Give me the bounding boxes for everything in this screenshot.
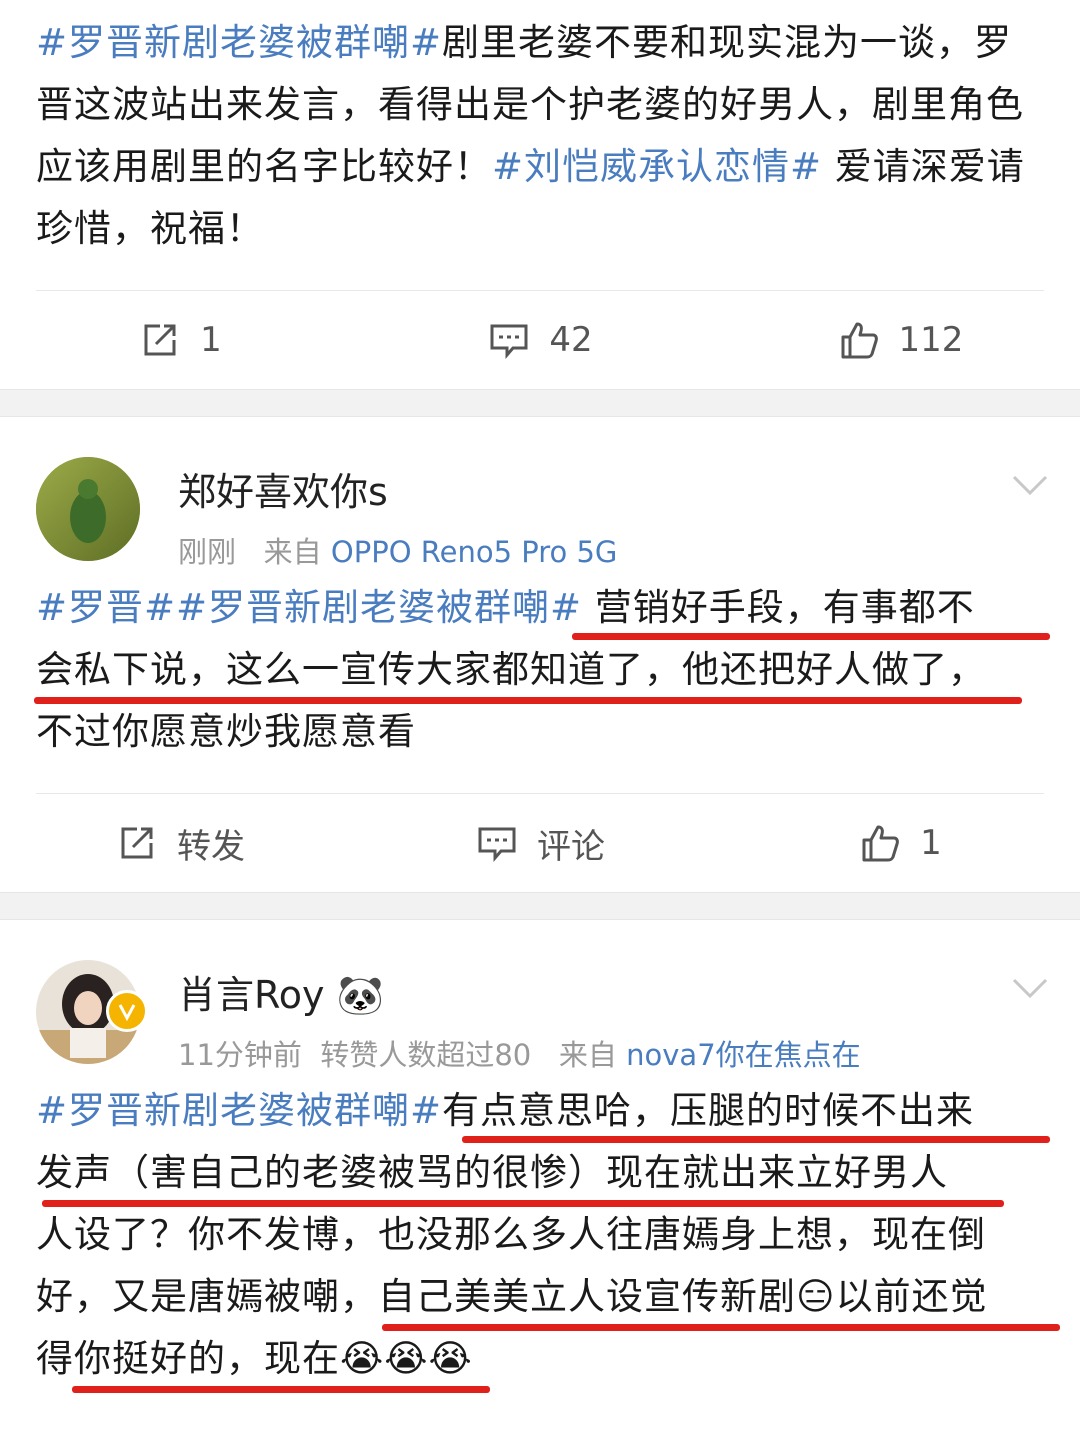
repost-count: 1 xyxy=(200,320,222,360)
post-1: #罗晋新剧老婆被群嘲#剧里老婆不要和现实混为一谈，罗晋这波站出来发言，看得出是个… xyxy=(0,0,1080,389)
repost-icon xyxy=(144,324,176,356)
username[interactable]: 郑好喜欢你s xyxy=(178,461,388,516)
highlighted-text: 发声（害自己的老婆被骂的很惨）现在就出来立好男人 xyxy=(36,1151,948,1194)
repost-button[interactable]: 转发 xyxy=(0,819,360,868)
chevron-down-icon[interactable] xyxy=(1010,974,1050,1002)
post-3: 肖言Roy 🐼 11分钟前 转赞人数超过80 来自 nova7你在焦点在 #罗晋… xyxy=(0,920,1080,1393)
comment-button[interactable]: 评论 xyxy=(360,819,720,868)
avatar[interactable] xyxy=(36,457,140,561)
highlighted-text: 营销好手段，有事都不 xyxy=(582,586,975,629)
source-device[interactable]: nova7你在焦点在 xyxy=(626,1038,861,1072)
post-text-segment: 不过你愿意炒我愿意看 xyxy=(36,710,416,753)
source-device[interactable]: OPPO Reno5 Pro 5G xyxy=(331,535,617,569)
post-2-text: #罗晋##罗晋新剧老婆被群嘲# 营销好手段，有事都不会私下说，这么一宣传大家都知… xyxy=(0,547,1080,763)
from-label: 来自 xyxy=(263,535,322,569)
like-count: 112 xyxy=(898,320,964,360)
post-gap xyxy=(0,892,1080,920)
red-underline xyxy=(462,1136,1050,1143)
like-count: 1 xyxy=(920,823,942,863)
red-underline xyxy=(34,697,1022,704)
post-header: 郑好喜欢你s 刚刚 来自 OPPO Reno5 Pro 5G xyxy=(0,417,1080,569)
comment-button[interactable]: 42 xyxy=(360,318,720,362)
post-header: 肖言Roy 🐼 11分钟前 转赞人数超过80 来自 nova7你在焦点在 xyxy=(0,920,1080,1072)
comment-count: 42 xyxy=(549,320,593,360)
hashtag-link[interactable]: #刘恺威承认恋情# xyxy=(492,145,822,188)
post-1-text: #罗晋新剧老婆被群嘲#剧里老婆不要和现实混为一谈，罗晋这波站出来发言，看得出是个… xyxy=(0,0,1080,260)
username[interactable]: 肖言Roy 🐼 xyxy=(178,964,384,1019)
comment-label: 评论 xyxy=(537,826,605,867)
post-text-segment: 得 xyxy=(36,1337,74,1380)
comment-icon xyxy=(490,324,528,360)
red-underline xyxy=(572,633,1050,640)
highlighted-text: 以前还觉 xyxy=(835,1275,988,1318)
post-actions: 转发 评论 1 xyxy=(0,794,1080,892)
hashtag-link[interactable]: #罗晋新剧老婆被群嘲# xyxy=(36,21,442,64)
chevron-down-icon[interactable] xyxy=(1010,471,1050,499)
verified-badge-icon xyxy=(106,990,148,1032)
expressionless-emoji: 😑 xyxy=(796,1275,836,1318)
post-meta: 刚刚 来自 OPPO Reno5 Pro 5G xyxy=(178,529,617,571)
post-time: 11分钟前 xyxy=(178,1038,302,1072)
post-actions: 1 42 112 xyxy=(0,291,1080,389)
post-2: 郑好喜欢你s 刚刚 来自 OPPO Reno5 Pro 5G #罗晋##罗晋新剧… xyxy=(0,417,1080,892)
panda-emoji: 🐼 xyxy=(336,973,384,1017)
hashtag-link[interactable]: #罗晋# xyxy=(36,586,176,629)
post-meta: 11分钟前 转赞人数超过80 来自 nova7你在焦点在 xyxy=(178,1032,861,1074)
hashtag-link[interactable]: #罗晋新剧老婆被群嘲# xyxy=(36,1089,442,1132)
highlighted-text: 你挺好的，现在 xyxy=(74,1337,340,1380)
from-label: 来自 xyxy=(558,1038,617,1072)
like-button[interactable]: 1 xyxy=(720,821,1080,865)
highlighted-text: 会私下说，这么一宣传大家都知道了，他还把好人做了， xyxy=(36,648,986,691)
crying-emoji: 😭😭😭 xyxy=(340,1337,473,1380)
repost-button[interactable]: 1 xyxy=(0,318,360,362)
repost-stats: 转赞人数超过80 xyxy=(320,1038,532,1072)
red-underline xyxy=(72,1386,490,1393)
hashtag-link[interactable]: #罗晋新剧老婆被群嘲# xyxy=(176,586,582,629)
red-underline xyxy=(382,1324,1060,1331)
red-underline xyxy=(42,1200,1004,1207)
repost-label: 转发 xyxy=(177,826,245,867)
thumbs-up-icon xyxy=(862,825,900,862)
repost-icon xyxy=(121,827,153,859)
thumbs-up-icon xyxy=(841,322,878,359)
post-time: 刚刚 xyxy=(178,535,237,569)
highlighted-text: 自己美美立人设宣传新剧 xyxy=(378,1275,796,1318)
highlighted-text: 有点意思哈，压腿的时候不出来 xyxy=(442,1089,975,1132)
comment-icon xyxy=(478,827,516,863)
like-button[interactable]: 112 xyxy=(720,318,1080,362)
post-3-text: #罗晋新剧老婆被群嘲#有点意思哈，压腿的时候不出来发声（害自己的老婆被骂的很惨）… xyxy=(0,1050,1080,1390)
post-gap xyxy=(0,389,1080,417)
